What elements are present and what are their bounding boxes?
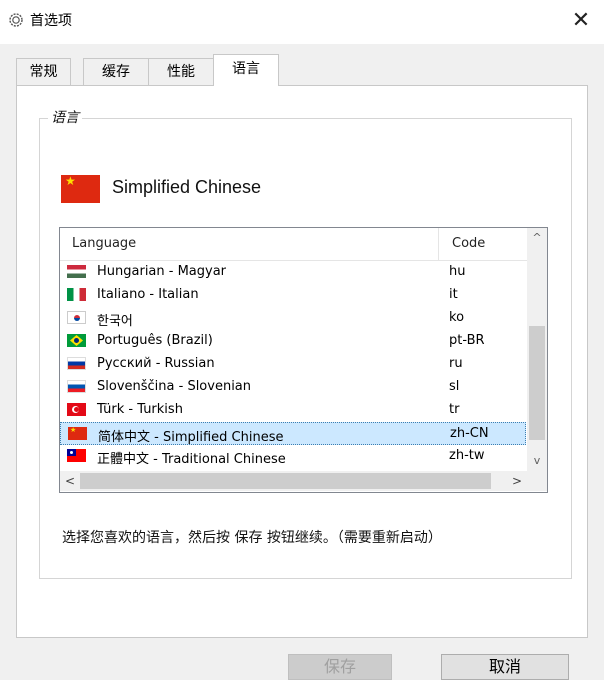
flag-turkey-icon <box>67 403 86 416</box>
flag-hungary-icon <box>67 265 86 278</box>
flag-china-icon <box>68 427 87 440</box>
language-name: Türk - Turkish <box>97 402 183 417</box>
language-name: 简体中文 - Simplified Chinese <box>98 430 284 445</box>
list-item[interactable]: Русский - Russian ru <box>60 353 526 376</box>
list-item[interactable]: Português (Brazil) pt-BR <box>60 330 526 353</box>
list-item[interactable]: Italiano - Italian it <box>60 284 526 307</box>
tab-language[interactable]: 语言 <box>213 54 279 86</box>
language-name: Русский - Russian <box>97 356 215 371</box>
list-item[interactable]: Türk - Turkish tr <box>60 399 526 422</box>
vertical-scroll-thumb[interactable] <box>529 326 545 440</box>
save-button[interactable]: 保存 <box>288 654 392 680</box>
tab-cache[interactable]: 缓存 <box>83 58 149 85</box>
close-button[interactable]: ✕ <box>566 8 596 36</box>
window-title: 首选项 <box>30 13 72 29</box>
language-code: zh-tw <box>449 448 485 463</box>
title-bar: 首选项 ✕ <box>0 0 604 44</box>
scroll-down-icon[interactable]: v <box>527 451 547 471</box>
horizontal-scroll-thumb[interactable] <box>80 473 491 489</box>
list-item[interactable]: Slovenščina - Slovenian sl <box>60 376 526 399</box>
column-divider[interactable] <box>438 228 439 260</box>
flag-brazil-icon <box>67 334 86 347</box>
horizontal-scrollbar[interactable]: < > <box>60 471 527 491</box>
flag-italy-icon <box>67 288 86 301</box>
tab-performance[interactable]: 性能 <box>148 58 214 85</box>
tab-general[interactable]: 常规 <box>16 58 71 85</box>
flag-taiwan-icon <box>67 449 86 462</box>
vertical-scrollbar[interactable]: ^ v <box>527 228 547 471</box>
column-header-language[interactable]: Language <box>72 236 136 251</box>
language-code: zh-CN <box>450 426 489 441</box>
language-code: tr <box>449 402 460 417</box>
flag-russia-icon <box>67 357 86 370</box>
language-tab-panel: 语言 Simplified Chinese Language Code Hung… <box>16 85 588 638</box>
gear-icon <box>9 13 23 27</box>
list-item[interactable]: 正體中文 - Traditional Chinese zh-tw <box>60 445 526 468</box>
language-name: Hungarian - Magyar <box>97 264 227 279</box>
current-language-name: Simplified Chinese <box>112 177 262 197</box>
language-name: 正體中文 - Traditional Chinese <box>97 452 286 467</box>
language-code: pt-BR <box>449 333 485 348</box>
close-icon: ✕ <box>571 8 591 33</box>
scrollbar-corner <box>527 471 547 491</box>
flag-slovenia-icon <box>67 380 86 393</box>
list-header: Language Code <box>60 228 527 261</box>
instruction-text: 选择您喜欢的语言，然后按 保存 按钮继续。（需要重新启动） <box>62 530 442 546</box>
scroll-left-icon[interactable]: < <box>60 471 80 491</box>
scroll-up-icon[interactable]: ^ <box>527 228 547 248</box>
language-code: ko <box>449 310 465 325</box>
language-group: 语言 Simplified Chinese Language Code Hung… <box>39 107 572 579</box>
language-code: it <box>449 287 458 302</box>
language-name: Italiano - Italian <box>97 287 199 302</box>
column-header-code[interactable]: Code <box>452 236 485 251</box>
language-name: 한국어 <box>97 314 133 329</box>
list-item[interactable]: 한국어 ko <box>60 307 526 330</box>
list-rows: Hungarian - Magyar hu Italiano - Italian… <box>60 261 527 468</box>
group-legend: 语言 <box>48 107 82 127</box>
language-name: Slovenščina - Slovenian <box>97 379 252 394</box>
flag-china-icon <box>61 175 100 203</box>
language-code: hu <box>449 264 466 279</box>
scroll-right-icon[interactable]: > <box>507 471 527 491</box>
cancel-button[interactable]: 取消 <box>441 654 569 680</box>
list-item[interactable]: Hungarian - Magyar hu <box>60 261 526 284</box>
language-code: ru <box>449 356 463 371</box>
language-code: sl <box>449 379 460 394</box>
language-list[interactable]: Language Code Hungarian - Magyar hu Ital… <box>59 227 548 493</box>
flag-korea-icon <box>67 311 86 324</box>
list-item-selected[interactable]: 简体中文 - Simplified Chinese zh-CN <box>60 422 526 445</box>
language-name: Português (Brazil) <box>97 333 213 348</box>
